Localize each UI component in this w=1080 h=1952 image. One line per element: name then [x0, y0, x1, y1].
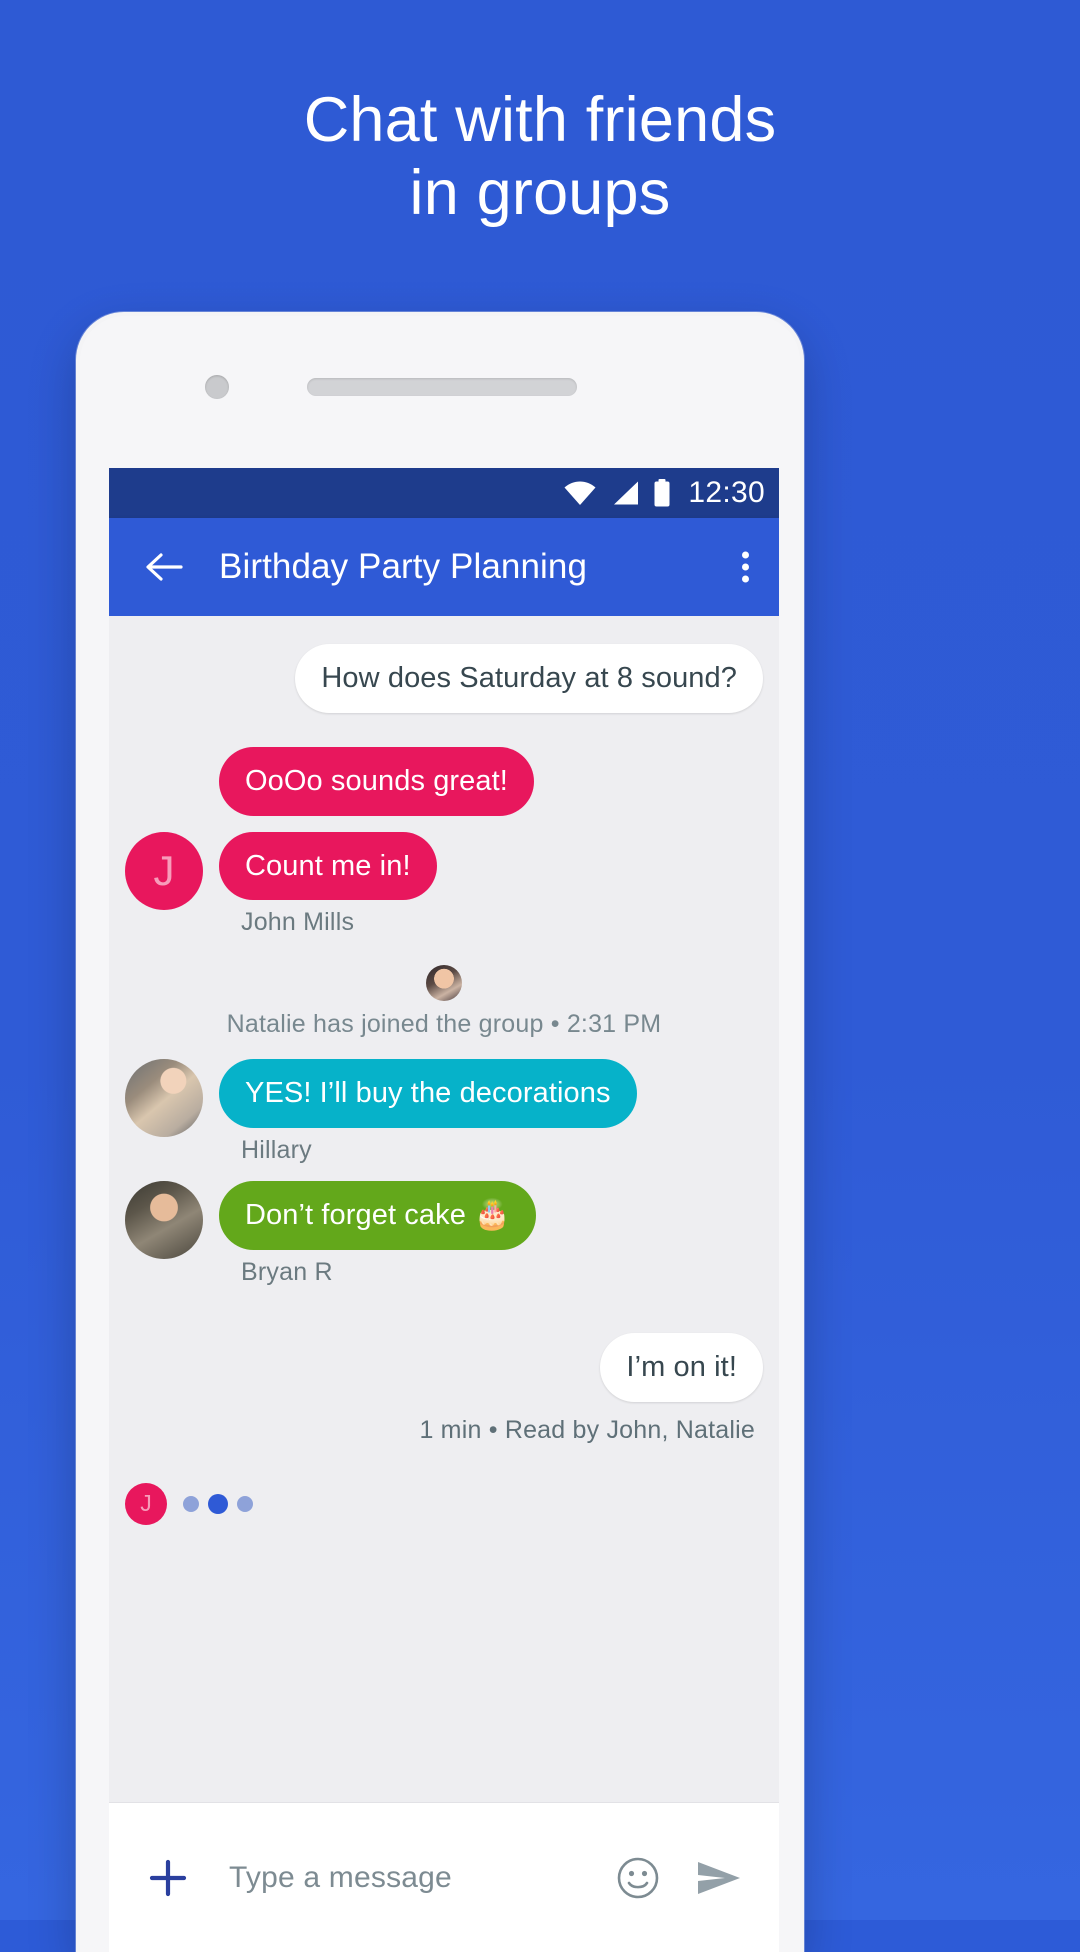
- avatar[interactable]: [125, 1181, 203, 1260]
- front-camera-icon: [205, 375, 229, 399]
- headline-line-1: Chat with friends: [303, 85, 777, 155]
- message-sender: John Mills: [241, 908, 355, 937]
- read-receipt: 1 min • Read by John, Natalie: [419, 1415, 755, 1444]
- typing-dot: [237, 1495, 253, 1512]
- phone-screen: 12:30 Birthday Party Planning How does S…: [109, 468, 779, 1952]
- message-row-outgoing[interactable]: How does Saturday at 8 sound?: [109, 644, 779, 713]
- avatar: [426, 965, 462, 1002]
- system-event-text: Natalie has joined the group • 2:31 PM: [226, 1010, 662, 1039]
- battery-icon: [653, 479, 671, 507]
- message-list[interactable]: How does Saturday at 8 sound? OoOo sound…: [109, 616, 779, 1802]
- message-row-incoming[interactable]: YES! I’ll buy the decorations Hillary: [109, 1059, 779, 1165]
- overflow-dot: [742, 575, 749, 583]
- emoji-smiley-icon[interactable]: [615, 1855, 661, 1901]
- avatar[interactable]: [125, 1059, 203, 1138]
- message-sender: Hillary: [241, 1136, 312, 1165]
- message-bubble[interactable]: How does Saturday at 8 sound?: [295, 644, 763, 713]
- app-bar: Birthday Party Planning: [109, 518, 779, 616]
- message-row-outgoing[interactable]: I’m on it!: [109, 1332, 779, 1402]
- signal-icon: [610, 480, 640, 506]
- promo-headline: Chat with friends in groups: [0, 84, 1080, 230]
- overflow-menu-icon[interactable]: [742, 551, 749, 583]
- search-input[interactable]: Type a message: [229, 1861, 615, 1895]
- message-bubble[interactable]: I’m on it!: [600, 1332, 763, 1402]
- earpiece-speaker: [307, 378, 577, 396]
- typing-dots: [183, 1493, 253, 1514]
- status-bar-time: 12:30: [688, 476, 765, 509]
- typing-dot-active: [208, 1493, 228, 1514]
- overflow-dot: [742, 551, 749, 559]
- promo-stage: Chat with friends in groups 12:30 Birthd…: [0, 0, 1080, 1952]
- back-arrow-icon[interactable]: [141, 544, 187, 590]
- send-icon[interactable]: [695, 1854, 743, 1902]
- typing-indicator: J: [109, 1482, 779, 1525]
- phone-mockup: 12:30 Birthday Party Planning How does S…: [76, 312, 804, 1952]
- headline-line-2: in groups: [409, 158, 671, 229]
- message-bubble[interactable]: Don’t forget cake 🎂: [219, 1181, 537, 1250]
- message-row-incoming[interactable]: OoOo sounds great!: [109, 746, 779, 816]
- message-row-incoming[interactable]: Don’t forget cake 🎂 Bryan R: [109, 1181, 779, 1287]
- message-bubble[interactable]: YES! I’ll buy the decorations: [219, 1059, 637, 1129]
- message-bubble[interactable]: Count me in!: [219, 831, 437, 901]
- avatar: J: [125, 1482, 167, 1525]
- page-title: Birthday Party Planning: [219, 547, 588, 586]
- message-input-bar[interactable]: Type a message: [109, 1802, 779, 1952]
- wifi-icon: [563, 480, 597, 506]
- message-sender: Bryan R: [241, 1257, 333, 1286]
- status-bar: 12:30: [109, 468, 779, 518]
- plus-icon[interactable]: [147, 1857, 189, 1899]
- overflow-dot: [742, 563, 749, 571]
- typing-dot: [183, 1495, 199, 1512]
- message-bubble[interactable]: OoOo sounds great!: [219, 746, 534, 816]
- phone-bezel: 12:30 Birthday Party Planning How does S…: [80, 316, 800, 1952]
- message-row-incoming[interactable]: J Count me in! John Mills: [109, 831, 779, 938]
- avatar[interactable]: J: [125, 831, 203, 910]
- system-event: Natalie has joined the group • 2:31 PM: [109, 965, 779, 1039]
